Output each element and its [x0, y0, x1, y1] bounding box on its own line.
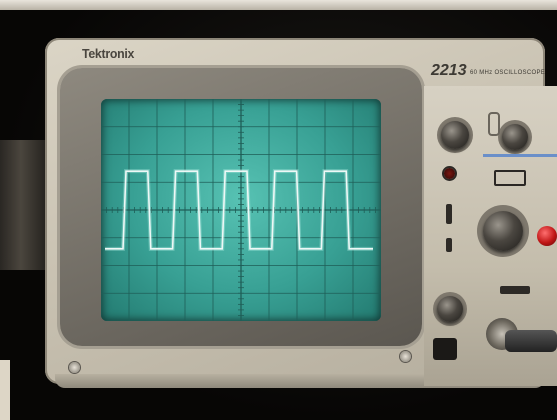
power-led: [444, 168, 455, 179]
coupling-switch[interactable]: [500, 286, 530, 294]
focus-knob[interactable]: [502, 124, 528, 150]
bezel-screw-left: [69, 362, 80, 373]
position-knob[interactable]: [437, 296, 463, 322]
variable-knob-red[interactable]: [537, 226, 557, 246]
background-card: [0, 360, 10, 420]
trace-rotation-switch[interactable]: [446, 238, 452, 252]
crt-screen: [101, 99, 381, 321]
power-switch[interactable]: [433, 338, 457, 360]
probe-cable: [505, 330, 557, 352]
model-subtitle: 60 MHz OSCILLOSCOPE: [470, 70, 546, 76]
time-div-knob[interactable]: [483, 211, 523, 251]
intensity-knob[interactable]: [441, 121, 469, 149]
bezel-screw-right: [400, 351, 411, 362]
graticule: [101, 99, 381, 321]
panel-divider-line: [483, 154, 557, 157]
model-number: 2213: [431, 62, 467, 79]
probe-adjust-hook: [488, 112, 500, 136]
shelf-edge: [0, 0, 557, 10]
brand-logo: Tektronix: [82, 46, 135, 61]
mode-indicator-window: [494, 170, 526, 186]
beam-find-switch[interactable]: [446, 204, 452, 224]
